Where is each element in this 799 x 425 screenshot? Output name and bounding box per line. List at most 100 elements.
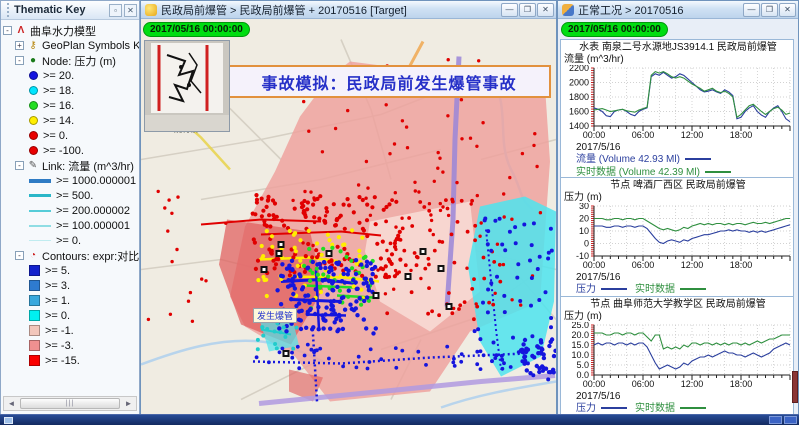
collapse-icon[interactable]: - bbox=[15, 251, 24, 260]
contour-legend-item[interactable]: >= 3. bbox=[3, 278, 139, 293]
node-dot bbox=[479, 367, 483, 371]
taskbar-button[interactable] bbox=[784, 416, 797, 424]
node-dot bbox=[323, 266, 327, 270]
close-icon[interactable]: ✕ bbox=[779, 3, 796, 17]
node-dot bbox=[539, 346, 543, 350]
link-legend-item[interactable]: >= 100.000001 bbox=[3, 218, 139, 233]
collapse-icon[interactable]: - bbox=[3, 26, 12, 35]
tree-item-link-group[interactable]: - ✎ Link: 流量 (m^3/hr) bbox=[3, 158, 139, 173]
link-legend-item[interactable]: >= 1000.000001 bbox=[3, 173, 139, 188]
node-dot bbox=[187, 300, 190, 303]
contour-legend-item[interactable]: >= -3. bbox=[3, 338, 139, 353]
node-dot bbox=[170, 260, 173, 263]
collapse-icon[interactable]: - bbox=[15, 161, 24, 170]
node-dot bbox=[553, 349, 556, 353]
map-canvas[interactable]: 2017/05/16 00:00:00 Locator ▣ 事故模拟：民政局前发… bbox=[141, 19, 556, 414]
charts-window-titlebar[interactable]: 正常工况 > 20170516 — ❐ ✕ bbox=[558, 1, 798, 19]
chart-panel[interactable]: 节点 啤酒厂西区 民政局前爆管压力 (m)3020100-1000:0006:0… bbox=[560, 177, 794, 297]
contour-color-swatch bbox=[29, 355, 40, 366]
node-dot bbox=[341, 327, 345, 331]
node-dot bbox=[477, 59, 480, 62]
map-window: 民政局前爆管 > 民政局前爆管 + 20170516 [Target] — ❐ … bbox=[140, 0, 557, 415]
node-dot bbox=[312, 215, 316, 219]
node-legend-item[interactable]: >= 16. bbox=[3, 98, 139, 113]
node-dot bbox=[260, 214, 264, 218]
burst-point-label: 发生爆管 bbox=[253, 308, 297, 323]
locator-panel[interactable]: Locator ▣ bbox=[144, 40, 230, 132]
tree-item-geoplan[interactable]: + ⚷ GeoPlan Symbols Key bbox=[3, 38, 139, 53]
chart-panel[interactable]: 水表 南泉二号水源地JS3914.1 民政局前爆管流量 (m^3/hr)2200… bbox=[560, 39, 794, 180]
node-dot bbox=[309, 190, 312, 193]
node-legend-item[interactable]: >= 14. bbox=[3, 113, 139, 128]
link-legend-item[interactable]: >= 200.000002 bbox=[3, 203, 139, 218]
node-dot bbox=[326, 233, 330, 237]
node-legend-item[interactable]: >= 0. bbox=[3, 128, 139, 143]
scroll-right-icon[interactable]: ► bbox=[121, 399, 136, 408]
close-panel-icon[interactable]: ✕ bbox=[124, 4, 137, 17]
contour-legend-item[interactable]: >= 1. bbox=[3, 293, 139, 308]
node-dot bbox=[513, 225, 517, 229]
map-window-titlebar[interactable]: 民政局前爆管 > 民政局前爆管 + 20170516 [Target] — ❐ … bbox=[141, 1, 556, 19]
minimize-icon[interactable]: — bbox=[501, 3, 518, 17]
restore-icon[interactable]: ❐ bbox=[519, 3, 536, 17]
chart-panel[interactable]: 节点 曲阜师范大学教学区 民政局前爆管压力 (m)25.020.015.010.… bbox=[560, 296, 794, 415]
thematic-key-header[interactable]: Thematic Key ▫ ✕ bbox=[1, 1, 139, 20]
chart-plot: 3020100-1000:0006:0012:0018:00 bbox=[564, 203, 794, 269]
node-dot bbox=[307, 301, 311, 305]
scroll-left-icon[interactable]: ◄ bbox=[4, 399, 19, 408]
tree-item-model[interactable]: - Λ 曲阜水力模型 bbox=[3, 23, 139, 38]
float-panel-icon[interactable]: ▫ bbox=[109, 4, 122, 17]
node-dot bbox=[286, 285, 290, 289]
node-dot bbox=[349, 259, 353, 263]
contour-legend-item[interactable]: >= -1. bbox=[3, 323, 139, 338]
tree-item-node-group[interactable]: - ● Node: 压力 (m) bbox=[3, 53, 139, 68]
close-icon[interactable]: ✕ bbox=[537, 3, 554, 17]
contour-legend-item[interactable]: >= 0. bbox=[3, 308, 139, 323]
node-dot bbox=[514, 241, 518, 245]
node-dot bbox=[316, 305, 320, 309]
contour-legend-item[interactable]: >= 5. bbox=[3, 263, 139, 278]
taskbar-button[interactable] bbox=[769, 416, 782, 424]
vertical-scrollbar-thumb[interactable] bbox=[792, 371, 798, 403]
node-dot bbox=[459, 360, 463, 364]
node-dot bbox=[359, 303, 363, 307]
contour-color-swatch bbox=[29, 340, 40, 351]
node-color-swatch bbox=[29, 86, 38, 95]
node-dot bbox=[544, 290, 548, 294]
node-dot bbox=[317, 327, 321, 331]
node-dot bbox=[297, 366, 301, 370]
node-legend-item[interactable]: >= -100. bbox=[3, 143, 139, 158]
node-dot bbox=[441, 170, 444, 173]
status-bar-icon bbox=[4, 417, 13, 424]
node-dot bbox=[327, 357, 331, 361]
node-dot bbox=[537, 298, 541, 302]
node-dot bbox=[447, 214, 450, 217]
restore-icon[interactable]: ❐ bbox=[761, 3, 778, 17]
node-dot bbox=[404, 263, 408, 267]
expand-icon[interactable]: + bbox=[15, 41, 24, 50]
node-dot bbox=[271, 198, 275, 202]
link-line-swatch bbox=[29, 240, 51, 241]
link-legend-item[interactable]: >= 500. bbox=[3, 188, 139, 203]
tree-item-contour-group[interactable]: - ◔ Contours: expr:对比 bbox=[3, 248, 139, 263]
node-legend-item[interactable]: >= 18. bbox=[3, 83, 139, 98]
node-dot bbox=[305, 266, 309, 270]
node-dot bbox=[265, 224, 269, 228]
collapse-icon[interactable]: - bbox=[15, 56, 24, 65]
node-dot bbox=[362, 228, 366, 232]
svg-text:5.0: 5.0 bbox=[576, 360, 589, 370]
minimize-icon[interactable]: — bbox=[743, 3, 760, 17]
svg-text:20.0: 20.0 bbox=[571, 330, 589, 340]
horizontal-scrollbar[interactable]: ◄ ||| ► bbox=[3, 396, 137, 411]
node-dot bbox=[369, 214, 372, 217]
scrollbar-thumb[interactable]: ||| bbox=[20, 398, 120, 409]
node-dot bbox=[339, 318, 343, 322]
legend-label: 流量 (Volume 42.93 Ml) bbox=[576, 154, 680, 165]
contour-legend-item[interactable]: >= -15. bbox=[3, 353, 139, 368]
link-legend-item[interactable]: >= 0. bbox=[3, 233, 139, 248]
node-dot bbox=[260, 197, 264, 201]
svg-text:10: 10 bbox=[579, 226, 589, 236]
node-legend-item[interactable]: >= 20. bbox=[3, 68, 139, 83]
node-dot bbox=[525, 368, 529, 372]
node-dot bbox=[297, 309, 301, 313]
